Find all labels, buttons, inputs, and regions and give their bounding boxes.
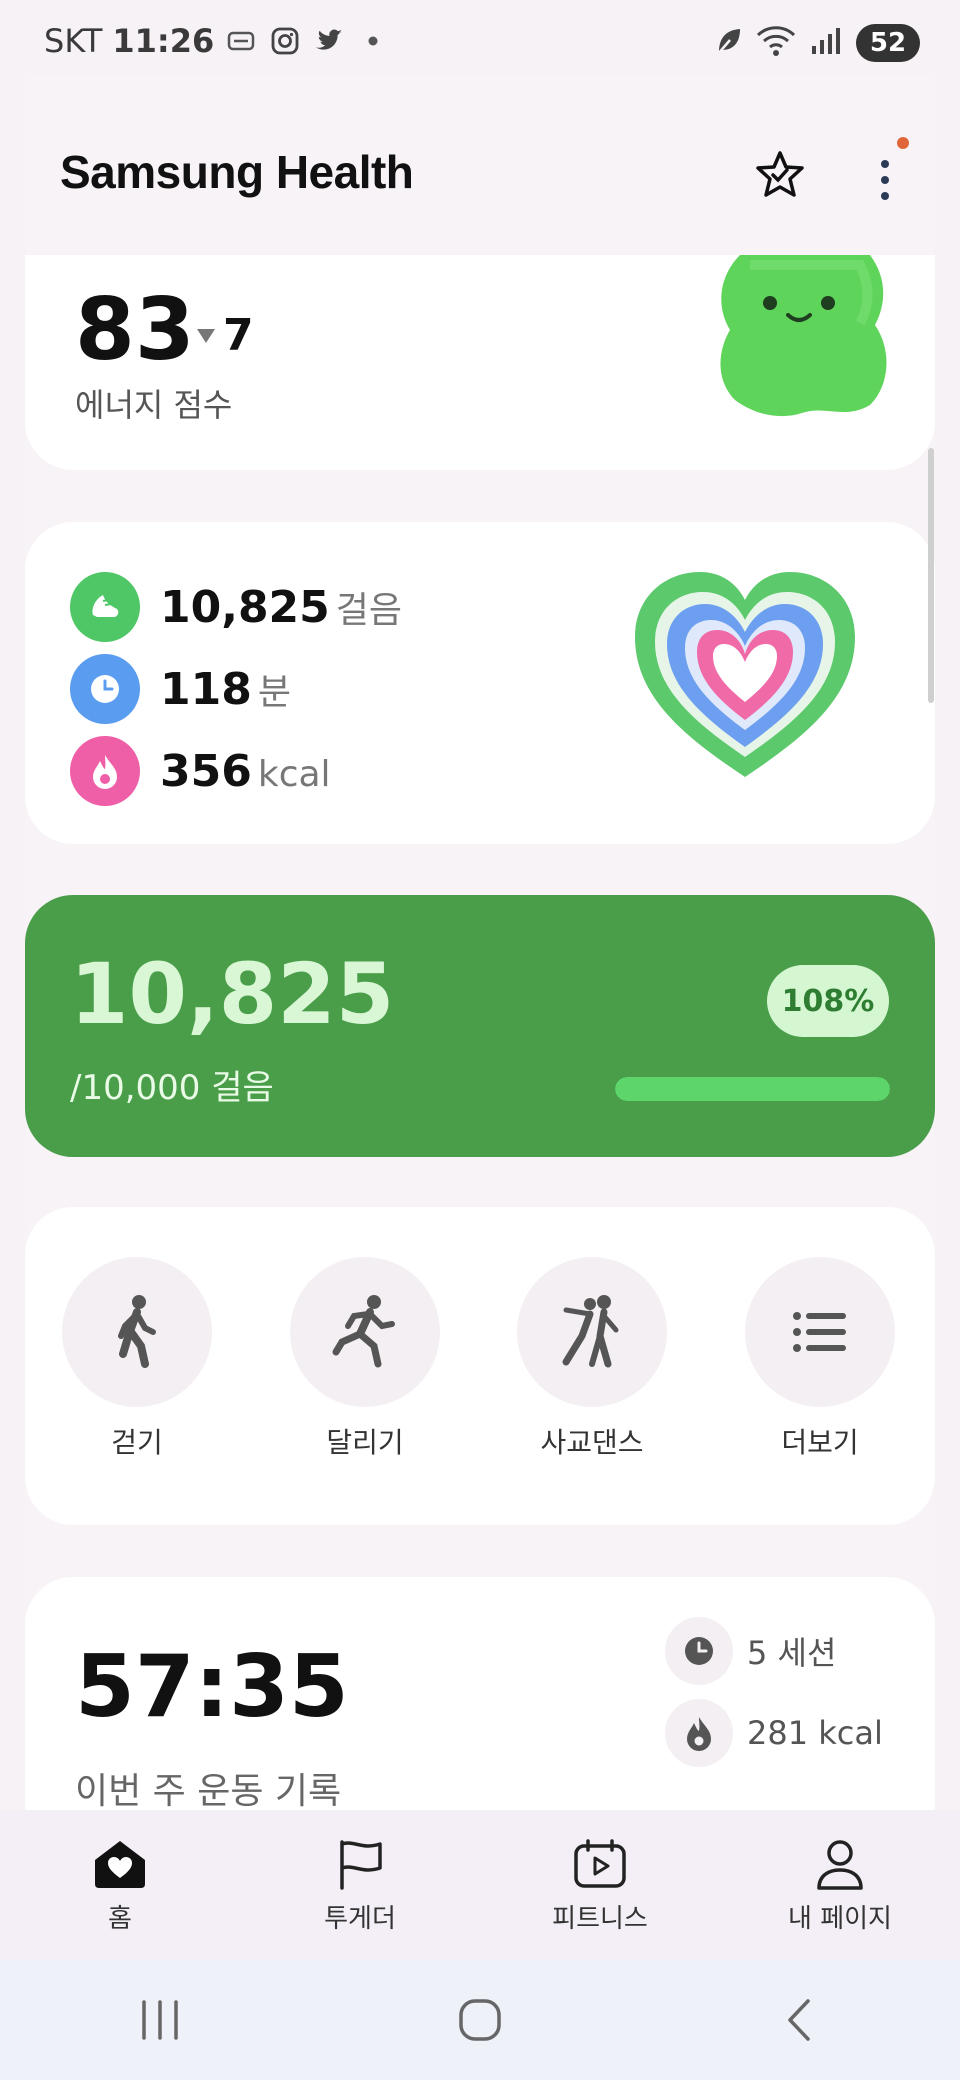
- more-label: 더보기: [781, 1426, 859, 1459]
- weekly-sessions: 5 세션: [665, 1617, 836, 1685]
- bottom-navigation: 홈 투게더 피트니스 내 페이지: [0, 1810, 960, 1960]
- home-circle-icon: [459, 1999, 501, 2041]
- workout-walking[interactable]: 걷기: [62, 1257, 212, 1461]
- clock-icon: [665, 1617, 733, 1685]
- steps-value: 10,825: [160, 582, 330, 633]
- nav-together-label: 투게더: [324, 1904, 396, 1934]
- instagram-icon: [268, 24, 302, 58]
- app-title: Samsung Health: [60, 146, 414, 198]
- step-count: 10,825: [70, 945, 395, 1043]
- signal-icon: [810, 26, 842, 60]
- wifi-icon: [756, 25, 796, 61]
- active-time-row: 118 분: [70, 654, 291, 724]
- running-icon: [332, 1295, 395, 1368]
- activity-rings-heart-icon: [635, 572, 855, 777]
- step-goal-text: /10,000 걸음: [70, 1068, 274, 1108]
- recent-apps-icon: [142, 2000, 178, 2040]
- app-bar: Samsung Health: [25, 75, 935, 255]
- flag-icon: [340, 1840, 382, 1890]
- scrollbar[interactable]: [928, 448, 934, 703]
- list-icon: [793, 1312, 846, 1352]
- more-workouts-button[interactable]: [745, 1257, 895, 1407]
- dance-icon: [562, 1295, 619, 1368]
- quick-workouts-card: 걷기 달리기 사교댄스 더보기: [25, 1207, 935, 1525]
- nav-together[interactable]: 투게더: [240, 1810, 480, 1960]
- mascot-character-icon: [720, 255, 887, 417]
- energy-score-change: 7: [197, 310, 254, 361]
- weekly-exercise-time: 57:35: [75, 1637, 349, 1737]
- recent-apps-button[interactable]: [115, 1975, 205, 2065]
- play-calendar-icon: [574, 1839, 626, 1888]
- steps-row: 10,825 걸음: [70, 572, 402, 642]
- weekly-calories-text: 281 kcal: [747, 1714, 883, 1752]
- home-content[interactable]: 83 7 에너지 점수 Samsung Health 10,825 걸음 118…: [25, 75, 935, 1810]
- back-button[interactable]: [755, 1975, 845, 2065]
- shoe-icon: [70, 572, 140, 642]
- weekly-calories: 281 kcal: [665, 1699, 883, 1767]
- leaf-icon: [714, 26, 742, 60]
- energy-change-value: 7: [223, 310, 254, 361]
- clock-icon: [70, 654, 140, 724]
- walking-button[interactable]: [62, 1257, 212, 1407]
- notification-dot: [897, 137, 909, 149]
- usb-icon: [224, 24, 258, 58]
- step-goal-card[interactable]: 10,825 /10,000 걸음 108%: [25, 895, 935, 1157]
- person-icon: [817, 1840, 863, 1890]
- system-navigation-bar: [0, 1960, 960, 2080]
- down-triangle-icon: [197, 328, 215, 343]
- more-vertical-icon: [881, 160, 889, 200]
- status-left: SKT 11:26: [44, 22, 390, 60]
- energy-score-value: 83: [75, 280, 195, 380]
- step-goal-progress-fill: [615, 1077, 890, 1101]
- weekly-exercise-label: 이번 주 운동 기록: [75, 1771, 342, 1810]
- home-heart-icon: [95, 1841, 145, 1888]
- dot-icon: [356, 24, 390, 58]
- twitter-icon: [312, 24, 346, 58]
- minutes-unit: 분: [257, 672, 291, 713]
- nav-fitness[interactable]: 피트니스: [480, 1810, 720, 1960]
- workout-running[interactable]: 달리기: [290, 1257, 440, 1461]
- nav-my-page-label: 내 페이지: [788, 1904, 892, 1934]
- workout-ballroom-dance[interactable]: 사교댄스: [517, 1257, 667, 1461]
- dance-label: 사교댄스: [540, 1426, 644, 1459]
- workout-more[interactable]: 더보기: [745, 1257, 895, 1461]
- nav-fitness-label: 피트니스: [552, 1904, 648, 1934]
- walking-label: 걷기: [111, 1426, 163, 1459]
- energy-score-label: 에너지 점수: [75, 386, 233, 424]
- minutes-value: 118: [160, 664, 252, 715]
- steps-unit: 걸음: [335, 590, 403, 631]
- dance-button[interactable]: [517, 1257, 667, 1407]
- energy-score-card[interactable]: 83 7 에너지 점수: [25, 255, 935, 470]
- weekly-exercise-card[interactable]: 57:35 이번 주 운동 기록 5 세션 281 kcal: [25, 1577, 935, 1810]
- running-label: 달리기: [326, 1426, 404, 1459]
- calories-value: 356: [160, 745, 252, 797]
- carrier: SKT: [44, 22, 103, 60]
- weekly-sessions-text: 5 세션: [747, 1634, 837, 1672]
- flame-icon: [665, 1699, 733, 1767]
- calories-row: 356 kcal: [70, 736, 331, 806]
- walking-icon: [118, 1295, 156, 1368]
- more-options-button[interactable]: [865, 145, 905, 215]
- star-check-icon: [756, 151, 804, 197]
- favorites-button[interactable]: [750, 145, 810, 205]
- step-goal-percent-badge: 108%: [767, 965, 889, 1037]
- nav-home[interactable]: 홈: [0, 1810, 240, 1960]
- step-goal-progress-bar: [615, 1077, 890, 1101]
- daily-activity-card[interactable]: 10,825 걸음 118 분 356 kcal: [25, 522, 935, 844]
- back-icon: [788, 1999, 810, 2041]
- nav-home-label: 홈: [108, 1904, 132, 1934]
- status-right: 52: [714, 24, 920, 62]
- clock: 11:26: [112, 22, 215, 60]
- battery-indicator: 52: [856, 24, 920, 62]
- calories-unit: kcal: [257, 753, 331, 795]
- home-button[interactable]: [435, 1975, 525, 2065]
- nav-my-page[interactable]: 내 페이지: [720, 1810, 960, 1960]
- running-button[interactable]: [290, 1257, 440, 1407]
- flame-icon: [70, 736, 140, 806]
